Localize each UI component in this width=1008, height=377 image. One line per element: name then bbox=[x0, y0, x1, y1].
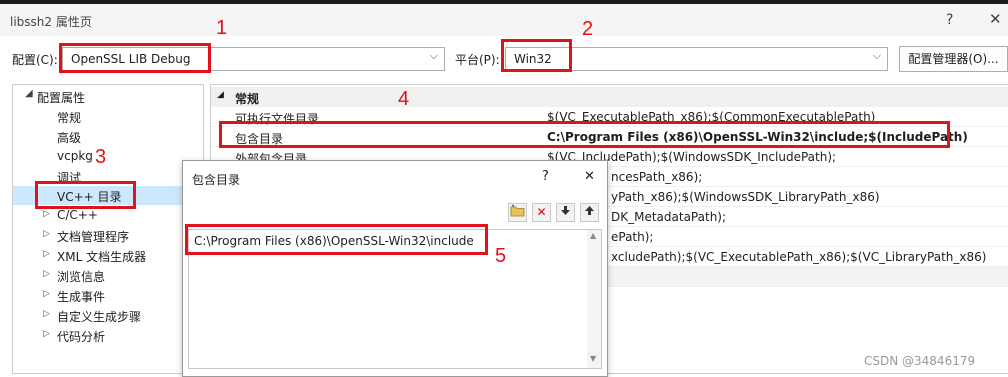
tree-item-custom-build[interactable]: 自定义生成步骤 bbox=[57, 308, 141, 325]
expand-icon[interactable]: ▷ bbox=[43, 269, 50, 279]
tree-item-code-analysis[interactable]: 代码分析 bbox=[57, 328, 105, 345]
expand-icon[interactable]: ▷ bbox=[43, 329, 50, 339]
watermark: CSDN @34846179 bbox=[864, 354, 976, 368]
annotation-box-include-row bbox=[219, 121, 950, 148]
tree-item-browse-info[interactable]: 浏览信息 bbox=[57, 268, 105, 285]
annotation-box-config bbox=[59, 43, 211, 73]
annotation-number: 4 bbox=[398, 88, 410, 110]
scroll-up-icon[interactable]: ▲ bbox=[590, 231, 596, 240]
tree-item-advanced[interactable]: 高级 bbox=[57, 129, 81, 146]
collapse-icon[interactable]: ◢ bbox=[217, 90, 224, 100]
grid-section-label: 常规 bbox=[235, 92, 260, 106]
dialog-help-button[interactable]: ? bbox=[542, 169, 549, 184]
close-button[interactable]: ✕ bbox=[989, 10, 1002, 28]
delete-icon[interactable]: ✕ bbox=[532, 203, 551, 222]
annotation-box-platform bbox=[501, 39, 572, 72]
expand-icon[interactable]: ▷ bbox=[43, 229, 50, 239]
help-button[interactable]: ? bbox=[946, 12, 953, 28]
window-title: libssh2 属性页 bbox=[10, 15, 92, 29]
property-tree: ◢ 配置属性 常规 高级 vcpkg 调试 VC++ 目录 ▷ C/C++ ▷ … bbox=[12, 84, 204, 374]
dialog-title: 包含目录 bbox=[192, 173, 241, 187]
annotation-box-entry bbox=[185, 224, 488, 255]
arrow-up-icon[interactable] bbox=[580, 203, 599, 222]
chevron-down-icon: ⌵ bbox=[429, 49, 438, 62]
annotation-box-vc-dirs bbox=[35, 181, 136, 209]
scroll-down-icon[interactable]: ▼ bbox=[590, 354, 596, 363]
tree-item-cpp[interactable]: C/C++ bbox=[57, 208, 98, 222]
config-manager-button[interactable]: 配置管理器(O)... bbox=[899, 46, 1008, 72]
tree-item-xml-doc[interactable]: XML 文档生成器 bbox=[57, 248, 146, 265]
grid-row-value: ePath); bbox=[611, 230, 654, 244]
annotation-number: 2 bbox=[582, 18, 594, 40]
tree-item-build-events[interactable]: 生成事件 bbox=[57, 288, 105, 305]
arrow-down-icon[interactable] bbox=[556, 203, 575, 222]
expand-icon[interactable]: ▷ bbox=[43, 289, 50, 299]
grid-row-value: DK_MetadataPath); bbox=[611, 210, 727, 224]
grid-section[interactable]: ◢ 常规 bbox=[211, 87, 1008, 107]
grid-row-value: yPath_x86);$(WindowsSDK_LibraryPath_x86) bbox=[611, 190, 880, 204]
expand-icon[interactable]: ◢ bbox=[25, 88, 33, 99]
expand-icon[interactable]: ▷ bbox=[43, 309, 50, 319]
config-label: 配置(C): bbox=[12, 53, 58, 67]
tree-item-vcpkg[interactable]: vcpkg bbox=[57, 149, 93, 163]
platform-label: 平台(P): bbox=[455, 53, 500, 67]
title-bar: libssh2 属性页 ? ✕ bbox=[0, 0, 1008, 36]
expand-icon[interactable]: ▷ bbox=[43, 249, 50, 259]
expand-icon[interactable]: ▷ bbox=[43, 209, 50, 219]
tree-item-doc-manager[interactable]: 文档管理程序 bbox=[57, 228, 129, 245]
grid-row-value: ncesPath_x86); bbox=[611, 170, 703, 184]
include-dirs-dialog: 包含目录 ? ✕ ✕ C:\Program Files (x86)\OpenSS… bbox=[182, 160, 608, 377]
grid-row-value: xcludePath);$(VC_ExecutablePath_x86);$(V… bbox=[611, 250, 987, 264]
tree-item-general[interactable]: 常规 bbox=[57, 109, 81, 126]
annotation-number: 3 bbox=[95, 146, 107, 168]
tree-root[interactable]: 配置属性 bbox=[37, 89, 85, 106]
new-folder-icon[interactable] bbox=[508, 203, 527, 222]
scrollbar[interactable]: ▲ ▼ bbox=[587, 230, 601, 368]
dialog-close-button[interactable]: ✕ bbox=[584, 169, 595, 184]
annotation-number: 5 bbox=[495, 245, 507, 267]
annotation-number: 1 bbox=[216, 17, 228, 39]
chevron-down-icon: ⌵ bbox=[872, 49, 881, 62]
